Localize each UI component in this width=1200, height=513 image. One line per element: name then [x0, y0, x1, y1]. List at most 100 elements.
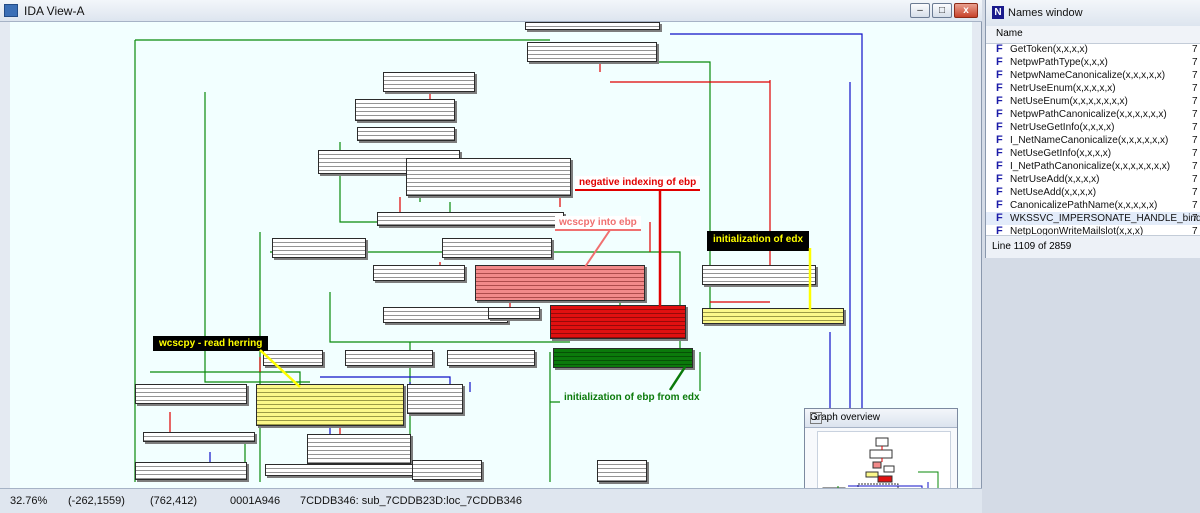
maximize-button[interactable]: □ — [932, 3, 952, 18]
ida-view-window: IDA View-A – □ x negative indexing of eb… — [0, 0, 982, 513]
function-icon: F — [996, 108, 1003, 120]
list-item[interactable]: F I_NetNameCanonicalize(x,x,x,x,x,x) 7 — [986, 134, 1200, 147]
graph-node[interactable] — [412, 460, 482, 480]
negative-indexing-node[interactable] — [550, 305, 686, 339]
item-address: 7 — [1192, 96, 1198, 107]
graph-node[interactable] — [525, 22, 660, 30]
names-window: N Names window Name F GetToken(x,x,x,x) 7 … — [985, 0, 1200, 258]
list-item[interactable]: F NetUseGetInfo(x,x,x,x) 7 — [986, 147, 1200, 160]
graph-overview-close-icon[interactable]: x — [810, 412, 822, 424]
init-edx-node[interactable] — [702, 308, 844, 324]
annotation-negative-indexing: negative indexing of ebp — [575, 176, 701, 191]
ida-view-titlebar[interactable]: IDA View-A – □ x — [0, 0, 982, 22]
ida-view-title: IDA View-A — [24, 4, 85, 18]
item-address: 7 — [1192, 226, 1198, 235]
list-item[interactable]: F NetrUseGetInfo(x,x,x,x) 7 — [986, 121, 1200, 134]
annotation-wcscpy-into-ebp: wcscpy into ebp — [555, 216, 641, 231]
item-name: CanonicalizePathName(x,x,x,x,x) — [1010, 200, 1158, 211]
graph-node[interactable] — [406, 158, 571, 196]
graph-node[interactable] — [373, 265, 465, 281]
function-icon: F — [996, 147, 1003, 159]
graph-node[interactable] — [143, 432, 255, 442]
graph-node[interactable] — [135, 462, 247, 480]
names-window-footer: Line 1109 of 2859 — [986, 235, 1200, 258]
annotation-read-herring: wcscpy - read herring — [153, 336, 269, 351]
graph-node[interactable] — [357, 127, 455, 141]
item-address: 7 — [1192, 57, 1198, 68]
graph-node[interactable] — [447, 350, 535, 366]
item-address: 7 — [1192, 122, 1198, 133]
graph-node[interactable] — [355, 99, 455, 121]
function-icon: F — [996, 43, 1003, 55]
graph-node[interactable] — [345, 350, 433, 366]
wcscpy-read-herring-node[interactable] — [256, 384, 404, 426]
list-item[interactable]: F CanonicalizePathName(x,x,x,x,x) 7 — [986, 199, 1200, 212]
graph-coordinates: (-262,1559) — [68, 495, 125, 507]
item-address: 7 — [1192, 83, 1198, 94]
names-window-titlebar[interactable]: N Names window — [986, 0, 1200, 27]
item-name: GetToken(x,x,x,x) — [1010, 44, 1088, 55]
list-item[interactable]: F NetrUseAdd(x,x,x,x) 7 — [986, 173, 1200, 186]
wcscpy-into-ebp-node[interactable] — [475, 265, 645, 301]
graph-node[interactable] — [307, 434, 411, 464]
status-bar: 32.76% (-262,1559) (762,412) 0001A946 7C… — [0, 488, 982, 513]
item-name: NetUseEnum(x,x,x,x,x,x,x) — [1010, 96, 1128, 107]
item-name: NetUseAdd(x,x,x,x) — [1010, 187, 1097, 198]
names-window-icon: N — [992, 6, 1004, 19]
item-name: I_NetPathCanonicalize(x,x,x,x,x,x,x) — [1010, 161, 1171, 172]
list-item-selected[interactable]: F WKSSVC_IMPERSONATE_HANDLE_bind(x) 7 — [986, 212, 1200, 225]
annotation-init-edx: initialization of edx — [707, 231, 810, 251]
function-icon: F — [996, 212, 1003, 224]
names-window-title: Names window — [1008, 7, 1083, 19]
graph-node[interactable] — [263, 350, 323, 366]
list-item[interactable]: F I_NetPathCanonicalize(x,x,x,x,x,x,x) 7 — [986, 160, 1200, 173]
item-address: 7 — [1192, 213, 1198, 224]
graph-node[interactable] — [527, 42, 657, 62]
ida-view-icon — [4, 4, 18, 17]
graph-node[interactable] — [488, 307, 540, 319]
function-icon: F — [996, 56, 1003, 68]
item-address: 7 — [1192, 148, 1198, 159]
function-icon: F — [996, 69, 1003, 81]
function-icon: F — [996, 121, 1003, 133]
graph-overview-titlebar: Graph overview x — [805, 409, 957, 428]
list-item[interactable]: F NetUseAdd(x,x,x,x) 7 — [986, 186, 1200, 199]
names-list[interactable]: F GetToken(x,x,x,x) 7 F NetpwPathType(x,x,x… — [986, 43, 1200, 235]
item-name: NetrUseAdd(x,x,x,x) — [1010, 174, 1100, 185]
list-item[interactable]: F NetpLogonWriteMailslot(x,x,x) 7 — [986, 225, 1200, 235]
item-address: 7 — [1192, 109, 1198, 120]
item-address: 7 — [1192, 70, 1198, 81]
list-item[interactable]: F NetpwNameCanonicalize(x,x,x,x,x) 7 — [986, 69, 1200, 82]
graph-node[interactable] — [272, 238, 366, 258]
item-name: NetpwPathCanonicalize(x,x,x,x,x,x) — [1010, 109, 1167, 120]
annotation-init-ebp-from-edx: initialization of ebp from edx — [560, 391, 704, 404]
function-icon: F — [996, 173, 1003, 185]
list-item[interactable]: F GetToken(x,x,x,x) 7 — [986, 43, 1200, 56]
function-icon: F — [996, 199, 1003, 211]
graph-node[interactable] — [442, 238, 552, 258]
minimize-button[interactable]: – — [910, 3, 930, 18]
list-item[interactable]: F NetUseEnum(x,x,x,x,x,x,x) 7 — [986, 95, 1200, 108]
init-ebp-from-edx-node[interactable] — [553, 348, 693, 368]
item-address: 7 — [1192, 200, 1198, 211]
function-icon: F — [996, 225, 1003, 235]
item-address: 7 — [1192, 161, 1198, 172]
item-address: 7 — [1192, 187, 1198, 198]
list-item[interactable]: F NetpwPathType(x,x,x) 7 — [986, 56, 1200, 69]
view-coordinates: (762,412) — [150, 495, 198, 507]
list-item[interactable]: F NetpwPathCanonicalize(x,x,x,x,x,x) 7 — [986, 108, 1200, 121]
list-item[interactable]: F NetrUseEnum(x,x,x,x,x) 7 — [986, 82, 1200, 95]
item-name: NetrUseEnum(x,x,x,x,x) — [1010, 83, 1116, 94]
line-counter: Line 1109 of 2859 — [992, 241, 1072, 252]
graph-node[interactable] — [383, 72, 475, 92]
graph-node[interactable] — [407, 384, 463, 414]
function-icon: F — [996, 95, 1003, 107]
close-button[interactable]: x — [954, 3, 978, 18]
graph-node[interactable] — [377, 212, 564, 226]
graph-node[interactable] — [135, 384, 247, 404]
names-column-header[interactable]: Name — [986, 26, 1200, 44]
file-offset: 0001A946 — [230, 495, 281, 507]
graph-node[interactable] — [702, 265, 816, 285]
function-icon: F — [996, 82, 1003, 94]
graph-node[interactable] — [597, 460, 647, 482]
